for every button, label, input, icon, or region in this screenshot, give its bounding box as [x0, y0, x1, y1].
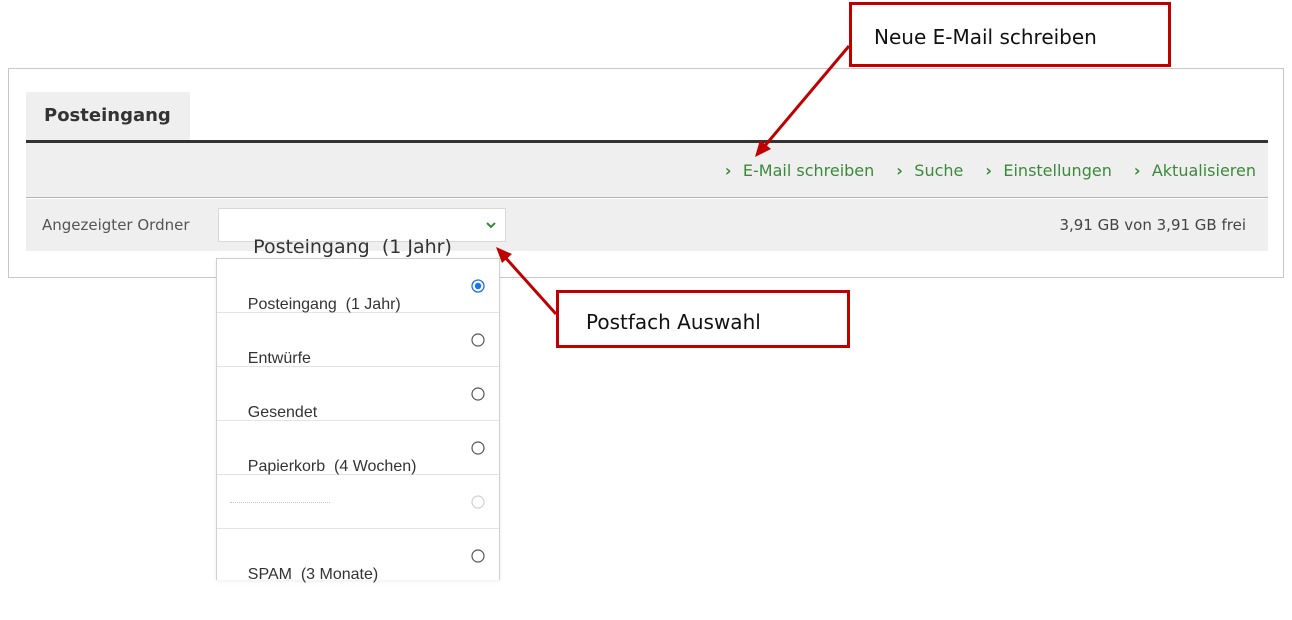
search-link[interactable]: › Suche: [896, 161, 963, 180]
radio-disabled-icon: [471, 495, 485, 509]
folder-label: Angezeigter Ordner: [42, 216, 190, 234]
settings-label: Einstellungen: [1003, 161, 1112, 180]
option-label: Posteingang (1 Jahr): [247, 296, 401, 313]
mail-toolbar: › E-Mail schreiben › Suche › Einstellung…: [26, 140, 1268, 198]
chevron-down-icon: [486, 222, 496, 229]
chevron-right-icon: ›: [896, 161, 903, 180]
option-label: Entwürfe: [247, 350, 311, 367]
folder-option-gesendet[interactable]: Gesendet: [217, 367, 499, 421]
settings-link[interactable]: › Einstellungen: [985, 161, 1111, 180]
tab-posteingang[interactable]: Posteingang: [26, 92, 190, 140]
radio-unchecked-icon[interactable]: [471, 549, 485, 563]
compose-email-link[interactable]: › E-Mail schreiben: [725, 161, 874, 180]
annotation-compose: Neue E-Mail schreiben: [849, 2, 1171, 67]
folder-option-separator: [217, 475, 499, 529]
option-label: SPAM (3 Monate): [247, 566, 379, 583]
refresh-link[interactable]: › Aktualisieren: [1134, 161, 1256, 180]
folder-select[interactable]: Posteingang (1 Jahr): [218, 208, 506, 258]
radio-unchecked-icon[interactable]: [471, 441, 485, 455]
compose-email-label: E-Mail schreiben: [742, 161, 875, 180]
option-label: Papierkorb (4 Wochen): [247, 458, 417, 475]
radio-unchecked-icon[interactable]: [471, 387, 485, 401]
search-label: Suche: [914, 161, 964, 180]
annotation-folder-select-text: Postfach Auswahl: [586, 310, 761, 334]
separator-line: [230, 502, 330, 503]
folder-dropdown: Posteingang (1 Jahr) Entwürfe Gesendet P…: [216, 258, 500, 583]
annotation-folder-select: Postfach Auswahl: [556, 290, 850, 348]
folder-option-entwuerfe[interactable]: Entwürfe: [217, 313, 499, 367]
option-label: Gesendet: [247, 404, 318, 421]
chevron-right-icon: ›: [1133, 161, 1141, 180]
radio-unchecked-icon[interactable]: [471, 333, 485, 347]
folder-option-papierkorb[interactable]: Papierkorb (4 Wochen): [217, 421, 499, 475]
folder-bar: Angezeigter Ordner Posteingang (1 Jahr) …: [26, 199, 1268, 258]
chevron-right-icon: ›: [724, 161, 732, 180]
toolbar-links: › E-Mail schreiben › Suche › Einstellung…: [725, 161, 1256, 180]
chevron-right-icon: ›: [985, 161, 992, 180]
folder-option-posteingang[interactable]: Posteingang (1 Jahr): [217, 259, 499, 313]
folder-option-spam[interactable]: SPAM (3 Monate): [217, 529, 499, 583]
storage-quota: 3,91 GB von 3,91 GB frei: [1059, 216, 1246, 234]
radio-checked-icon[interactable]: [471, 279, 485, 293]
refresh-label: Aktualisieren: [1151, 161, 1256, 180]
folder-select-value: Posteingang (1 Jahr): [253, 236, 452, 258]
annotation-compose-text: Neue E-Mail schreiben: [874, 25, 1097, 49]
